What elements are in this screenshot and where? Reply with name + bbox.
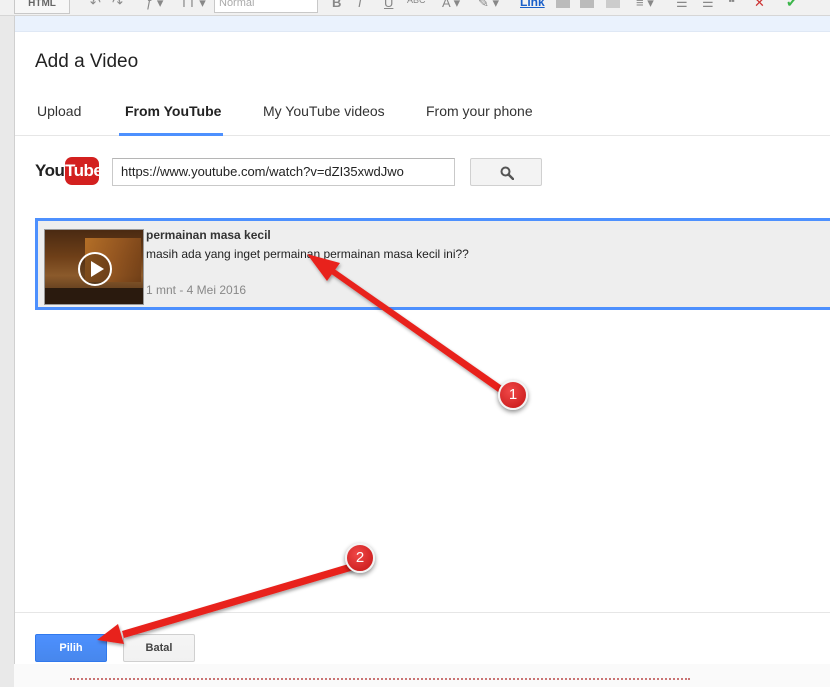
source-tabs: Upload From YouTube My YouTube videos Fr… xyxy=(15,96,830,136)
annotation-badge-1: 1 xyxy=(498,380,528,410)
undo-icon[interactable]: ↶ xyxy=(90,0,101,11)
video-icon[interactable] xyxy=(580,0,594,8)
tab-from-phone[interactable]: From your phone xyxy=(426,103,533,136)
align-icon[interactable]: ≡ ▾ xyxy=(636,0,654,11)
youtube-logo: You Tube xyxy=(35,157,103,187)
bulleted-list-icon[interactable]: ☰ xyxy=(702,0,714,11)
font-family-icon[interactable]: ƒ ▾ xyxy=(146,0,163,11)
dialog-top-strip xyxy=(15,16,830,32)
html-tab[interactable]: HTML xyxy=(14,0,70,14)
redo-icon[interactable]: ↷ xyxy=(112,0,123,11)
italic-icon[interactable]: I xyxy=(358,0,362,10)
numbered-list-icon[interactable]: ☰ xyxy=(676,0,688,11)
video-description: masih ada yang inget permainan permainan… xyxy=(146,247,469,261)
youtube-logo-tube: Tube xyxy=(65,157,103,185)
strikethrough-icon[interactable]: ABC xyxy=(407,0,426,5)
video-meta: 1 mnt - 4 Mei 2016 xyxy=(146,283,247,297)
cancel-button[interactable]: Batal xyxy=(123,634,195,662)
select-button[interactable]: Pilih xyxy=(35,634,107,662)
tab-upload[interactable]: Upload xyxy=(37,103,81,136)
tab-from-youtube[interactable]: From YouTube xyxy=(119,103,223,136)
editor-content-peek xyxy=(14,664,830,687)
add-video-dialog: Add a Video Upload From YouTube My YouTu… xyxy=(14,16,830,664)
bold-icon[interactable]: B xyxy=(332,0,341,10)
video-result-item[interactable]: permainan masa kecil masih ada yang inge… xyxy=(35,218,830,310)
link-button[interactable]: Link xyxy=(520,0,545,9)
quote-icon[interactable]: ❝ xyxy=(728,0,735,11)
image-icon[interactable] xyxy=(556,0,570,8)
annotation-badge-2: 2 xyxy=(345,543,375,573)
search-icon xyxy=(500,166,514,180)
tab-my-youtube-videos[interactable]: My YouTube videos xyxy=(263,103,385,136)
search-button[interactable] xyxy=(470,158,542,186)
dialog-footer: Pilih Batal xyxy=(15,612,830,664)
font-size-icon[interactable]: TT ▾ xyxy=(180,0,206,11)
editor-gutter xyxy=(0,16,14,687)
editor-toolbar: HTML ↶ ↷ ƒ ▾ TT ▾ Normal B I U ABC A ▾ ✎… xyxy=(0,0,830,16)
text-color-icon[interactable]: A ▾ xyxy=(442,0,460,11)
video-thumbnail[interactable] xyxy=(44,229,144,305)
video-title: permainan masa kecil xyxy=(146,228,271,242)
youtube-search-input[interactable]: https://www.youtube.com/watch?v=dZI35xwd… xyxy=(112,158,455,186)
underline-icon[interactable]: U xyxy=(384,0,393,10)
spellcheck-icon[interactable]: ✔ xyxy=(786,0,798,11)
dialog-title: Add a Video xyxy=(35,51,139,72)
play-icon xyxy=(78,252,112,286)
format-select[interactable]: Normal xyxy=(214,0,318,13)
highlight-icon[interactable]: ✎ ▾ xyxy=(478,0,499,11)
jump-break-icon[interactable] xyxy=(606,0,620,8)
youtube-logo-you: You xyxy=(35,161,65,180)
remove-format-icon[interactable]: ✕ xyxy=(754,0,765,11)
